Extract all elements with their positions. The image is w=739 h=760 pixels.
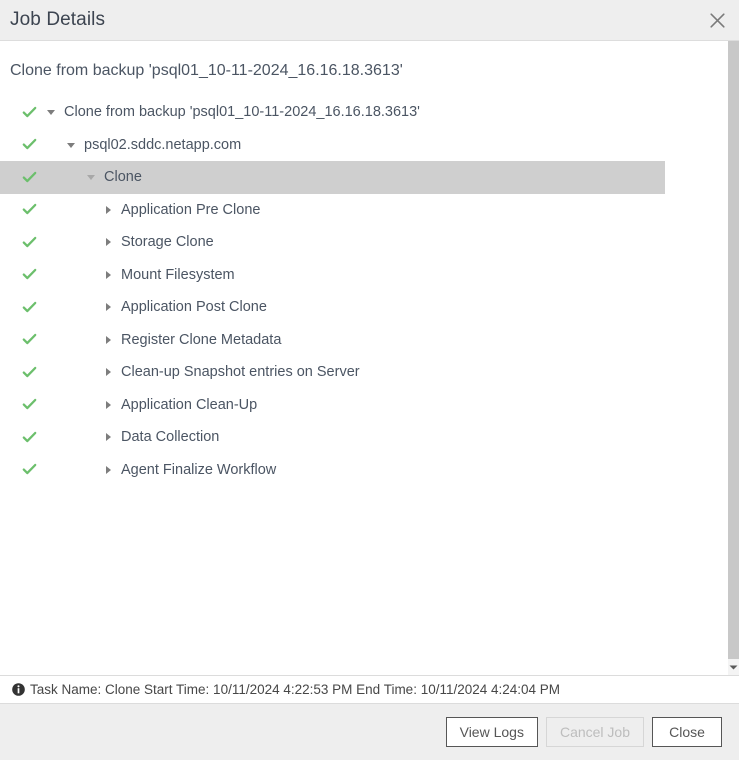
info-icon [11,683,25,697]
success-check-icon [21,267,37,283]
caret-right-icon[interactable] [101,398,114,411]
tree-node: Clean-up Snapshot entries on Server [0,365,360,380]
tree-node-label: Clone [104,169,142,185]
tree-row[interactable]: psql02.sddc.netapp.com [0,129,665,162]
caret-down-icon[interactable] [84,171,97,184]
success-check-icon [21,332,37,348]
tree-node-label: Storage Clone [121,234,214,250]
tree-node-label: Application Pre Clone [121,201,261,218]
success-check-icon [21,169,37,185]
success-check-icon [21,299,37,315]
tree-node-label: Clone from backup 'psql01_10-11-2024_16.… [64,104,420,120]
job-task-tree: Clone from backup 'psql01_10-11-2024_16.… [0,96,723,486]
tree-node-label: Clean-up Snapshot entries on Server [121,364,360,380]
success-check-icon [21,202,37,218]
tree-row[interactable]: Storage Clone [0,226,665,259]
dialog-footer: View Logs Cancel Job Close [0,704,739,760]
dialog-titlebar: Job Details [0,0,739,41]
caret-right-icon[interactable] [101,301,114,314]
tree-node-label: Mount Filesystem [121,266,235,283]
dialog-title: Job Details [10,9,106,30]
tree-node-label: Agent Finalize Workflow [121,461,277,478]
tree-row[interactable]: Agent Finalize Workflow [0,454,665,487]
tree-node: Application Clean-Up [0,396,258,413]
caret-down-icon[interactable] [44,106,57,119]
caret-down-icon[interactable] [64,138,77,151]
tree-row[interactable]: Clean-up Snapshot entries on Server [0,356,665,389]
tree-row[interactable]: Application Post Clone [0,291,665,324]
tree-node: Register Clone Metadata [0,331,282,348]
tree-row[interactable]: Application Pre Clone [0,194,665,227]
tree-row[interactable]: Data Collection [0,421,665,454]
tree-node-label: Data Collection [121,429,220,445]
vertical-scrollbar[interactable] [723,41,739,675]
tree-node-label: Application Post Clone [121,299,267,315]
tree-row[interactable]: Application Clean-Up [0,389,665,422]
caret-right-icon[interactable] [101,431,114,444]
tree-node: Application Post Clone [0,300,267,315]
tree-node: Application Pre Clone [0,201,261,218]
scrollbar-thumb[interactable] [728,41,739,659]
close-icon[interactable] [703,6,731,34]
success-check-icon [21,104,37,120]
caret-right-icon[interactable] [101,203,114,216]
success-check-icon [21,397,37,413]
chevron-down-icon[interactable] [728,659,739,675]
tree-row[interactable]: Clone from backup 'psql01_10-11-2024_16.… [0,96,665,129]
caret-right-icon[interactable] [101,333,114,346]
success-check-icon [21,364,37,380]
close-button[interactable]: Close [652,717,722,747]
tree-node-label: Application Clean-Up [121,396,258,413]
success-check-icon [21,234,37,250]
status-bar: Task Name: Clone Start Time: 10/11/2024 … [0,675,739,704]
job-content: Clone from backup 'psql01_10-11-2024_16.… [0,41,723,675]
cancel-job-button: Cancel Job [545,717,644,747]
job-heading: Clone from backup 'psql01_10-11-2024_16.… [10,62,403,79]
tree-node: Agent Finalize Workflow [0,461,277,478]
caret-right-icon[interactable] [101,366,114,379]
success-check-icon [21,429,37,445]
tree-row[interactable]: Register Clone Metadata [0,324,665,357]
caret-right-icon[interactable] [101,268,114,281]
caret-right-icon[interactable] [101,236,114,249]
tree-node: Clone from backup 'psql01_10-11-2024_16.… [0,105,420,120]
tree-node-label: psql02.sddc.netapp.com [84,136,242,153]
view-logs-button[interactable]: View Logs [445,717,538,747]
tree-row[interactable]: Mount Filesystem [0,259,665,292]
tree-node-label: Register Clone Metadata [121,331,282,348]
success-check-icon [21,462,37,478]
dialog-body: Clone from backup 'psql01_10-11-2024_16.… [0,41,739,675]
job-details-dialog: Job Details Clone from backup 'psql01_10… [0,0,739,760]
tree-row-selected[interactable]: Clone [0,161,665,194]
scrollbar-track[interactable] [728,41,739,659]
success-check-icon [21,137,37,153]
caret-right-icon[interactable] [101,463,114,476]
status-bar-text: Task Name: Clone Start Time: 10/11/2024 … [30,682,561,697]
